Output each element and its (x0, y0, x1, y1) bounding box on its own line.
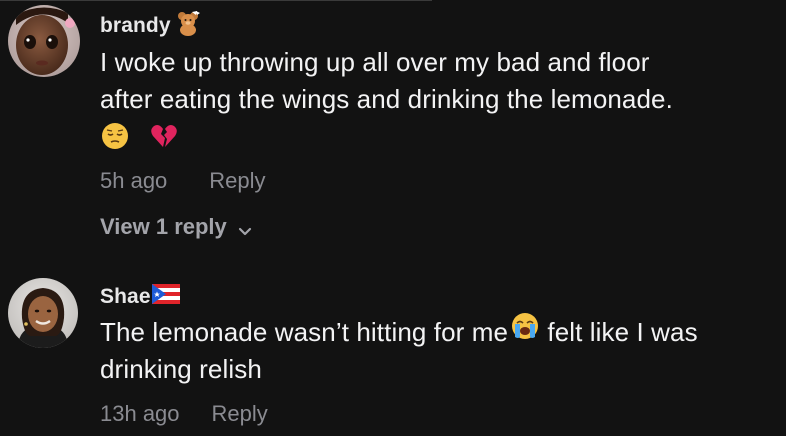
comment-text-segment: The lemonade wasn’t hitting for me (100, 317, 509, 347)
comment-text-line: after eating the wings and drinking the … (100, 84, 673, 114)
avatar-image-icon (8, 278, 78, 348)
comment-username[interactable]: Shae (100, 284, 180, 310)
pensive-face-emoji-icon (100, 121, 130, 161)
comment-item: Shae The lemonade wasn’t hitting for me (0, 270, 786, 436)
loudly-crying-face-emoji-icon (510, 311, 540, 351)
view-replies-label[interactable]: View 1 reply (100, 214, 227, 240)
comment-text-line: The lemonade wasn’t hitting for me felt … (100, 311, 786, 351)
reply-button[interactable]: Reply (209, 168, 265, 194)
comment-text-line: drinking relish (100, 354, 262, 385)
comment-timestamp: 5h ago (100, 168, 168, 193)
comment-text-line: I woke up throwing up all over my bad an… (100, 47, 650, 77)
puerto-rico-flag-emoji-icon (151, 284, 180, 310)
comment-meta: 5h ago Reply (100, 168, 266, 194)
username-text[interactable]: Shae (100, 285, 151, 309)
broken-heart-emoji-icon (149, 121, 179, 161)
comment-timestamp: 13h ago (100, 401, 180, 426)
comment-text: The lemonade wasn’t hitting for me felt … (100, 311, 786, 388)
username-text[interactable]: brandy (100, 14, 171, 38)
teddy-bear-emoji-icon (175, 10, 201, 42)
avatar[interactable] (8, 278, 78, 348)
reply-button[interactable]: Reply (212, 401, 268, 427)
avatar-image-icon (8, 5, 80, 77)
view-replies-button[interactable]: View 1 reply (100, 214, 253, 240)
comment-meta: 13h ago Reply (100, 401, 268, 427)
comment-text: I woke up throwing up all over my bad an… (100, 44, 780, 161)
comment-text-segment: felt like I was (540, 317, 698, 347)
avatar[interactable] (8, 5, 80, 77)
comment-item: brandy I woke up throwing up all over my… (0, 0, 786, 250)
comment-username[interactable]: brandy (100, 10, 201, 42)
comment-emoji-line (100, 118, 780, 161)
chevron-down-icon[interactable] (237, 219, 253, 236)
